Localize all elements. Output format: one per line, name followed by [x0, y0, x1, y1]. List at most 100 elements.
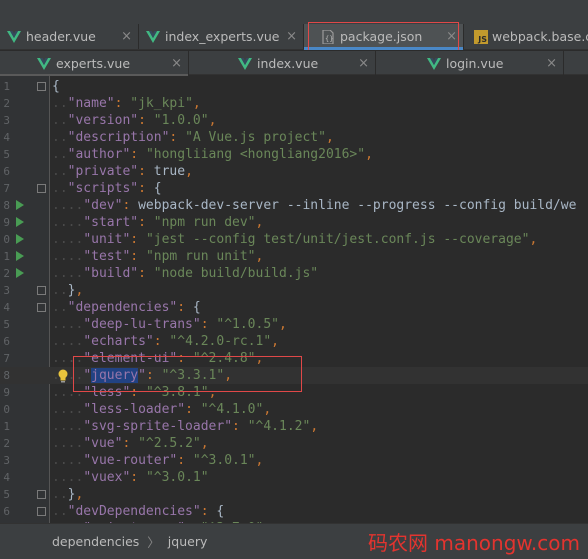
code-text: ...."test": "npm run unit", [52, 249, 264, 264]
breadcrumb-item-dependencies[interactable]: dependencies [52, 534, 139, 549]
fold-marker-icon[interactable] [37, 507, 46, 516]
vue-icon [36, 56, 52, 72]
line-number: 0 [3, 403, 10, 416]
close-icon[interactable]: × [546, 56, 557, 71]
tab-label: index.vue [257, 56, 319, 71]
tab-label: login.vue [446, 56, 504, 71]
code-text: .."version": "1.0.0", [52, 113, 217, 128]
fold-marker-icon[interactable] [37, 184, 46, 193]
code-line: 4 .."dependencies": { [0, 299, 588, 316]
tab-label: index_experts.vue [165, 29, 280, 44]
line-number: 3 [3, 454, 10, 467]
line-number: 3 [3, 114, 10, 127]
line-number: 1 [3, 80, 10, 93]
fold-marker-icon[interactable] [37, 286, 46, 295]
tab-label: webpack.base.co [492, 29, 588, 44]
code-text: .."description": "A Vue.js project", [52, 130, 334, 145]
code-text: ..}, [52, 487, 84, 502]
code-line: 7 .."scripts": { [0, 180, 588, 197]
vue-icon [426, 56, 442, 72]
code-line: 3..}, [0, 282, 588, 299]
code-line: 2 ...."build": "node build/build.js" [0, 265, 588, 282]
run-script-icon[interactable] [16, 251, 24, 261]
fold-marker-icon[interactable] [37, 82, 46, 91]
code-line: 6 .."private": true, [0, 163, 588, 180]
code-text: .."author": "hongliiang <hongliang2016>"… [52, 147, 373, 162]
code-line: 1 ...."test": "npm run unit", [0, 248, 588, 265]
code-text: ...."unit": "jest --config test/unit/jes… [52, 232, 538, 247]
line-number: 8 [3, 199, 10, 212]
code-line: 2 ...."vue": "^2.5.2", [0, 435, 588, 452]
close-icon[interactable]: × [121, 29, 132, 44]
code-text: ...."deep-lu-trans": "^1.0.5", [52, 317, 287, 332]
fold-marker-icon[interactable] [37, 490, 46, 499]
code-line: 6 ...."echarts": "^4.2.0-rc.1", [0, 333, 588, 350]
code-text: ...."build": "node build/build.js" [52, 266, 319, 281]
line-number: 1 [3, 420, 10, 433]
code-text: ...."vue": "^2.5.2", [52, 436, 209, 451]
editor-tab-bar-top: header.vue × index_experts.vue × {} pack… [0, 0, 588, 50]
run-script-icon[interactable] [16, 234, 24, 244]
code-text: ...."echarts": "^4.2.0-rc.1", [52, 334, 279, 349]
code-line: 5 .."author": "hongliiang <hongliang2016>… [0, 146, 588, 163]
close-icon[interactable]: × [286, 29, 297, 44]
code-line: 2 .."name": "jk_kpi", [0, 95, 588, 112]
vue-icon [237, 56, 253, 72]
code-line: 0 ...."unit": "jest --config test/unit/je… [0, 231, 588, 248]
code-text: .."scripts": { [52, 181, 162, 196]
code-text: .."name": "jk_kpi", [52, 96, 201, 111]
line-number: 6 [3, 165, 10, 178]
fold-marker-icon[interactable] [37, 303, 46, 312]
code-line: 0 ...."less-loader": "^4.1.0", [0, 401, 588, 418]
line-number: 4 [3, 301, 10, 314]
code-text: ...."svg-sprite-loader": "^4.1.2", [52, 419, 319, 434]
run-script-icon[interactable] [16, 217, 24, 227]
line-number: 9 [3, 386, 10, 399]
run-script-icon[interactable] [16, 268, 24, 278]
close-icon[interactable]: × [358, 56, 369, 71]
breadcrumb-item-jquery[interactable]: jquery [168, 534, 208, 549]
editor-tab-bar-bottom: experts.vue × index.vue × login.vue × [0, 50, 588, 77]
line-number: 2 [3, 437, 10, 450]
tab-index-vue[interactable]: index.vue × [189, 51, 376, 76]
tab-webpack-base-conf[interactable]: JS webpack.base.co [464, 24, 588, 49]
code-line: 8 ...."dev": webpack-dev-server --inline … [0, 197, 588, 214]
code-text: ...."vuex": "^3.0.1" [52, 470, 209, 485]
line-number: 8 [3, 369, 10, 382]
line-number: 6 [3, 335, 10, 348]
line-number: 2 [3, 97, 10, 110]
line-number: 5 [3, 318, 10, 331]
line-number: 9 [3, 216, 10, 229]
lightbulb-icon[interactable] [57, 368, 69, 383]
code-editor[interactable]: 1{2 .."name": "jk_kpi", 3 .."version": "1.0… [0, 76, 588, 523]
line-number: 0 [3, 233, 10, 246]
tab-header-vue[interactable]: header.vue × [0, 24, 139, 49]
line-number: 5 [3, 488, 10, 501]
tab-login-vue[interactable]: login.vue × [376, 51, 564, 76]
code-line: 6 .."devDependencies": { [0, 503, 588, 520]
vue-icon [6, 29, 22, 45]
code-text: ..}, [52, 283, 84, 298]
line-number: 4 [3, 131, 10, 144]
js-icon: JS [474, 29, 488, 45]
tab-experts-vue[interactable]: experts.vue × [0, 51, 189, 77]
highlight-box-jquery [73, 356, 302, 392]
run-script-icon[interactable] [16, 200, 24, 210]
line-number: 6 [3, 505, 10, 518]
tab-index-experts-vue[interactable]: index_experts.vue × [139, 24, 304, 49]
code-text: ...."dev": webpack-dev-server --inline -… [52, 198, 577, 213]
watermark: 码农网 manongw.com [368, 531, 580, 555]
line-number: 7 [3, 352, 10, 365]
code-line: 4 .."description": "A Vue.js project", [0, 129, 588, 146]
code-line: 5 ...."deep-lu-trans": "^1.0.5", [0, 316, 588, 333]
code-text: { [52, 79, 60, 94]
line-number: 1 [3, 250, 10, 263]
code-line: 1 ...."svg-sprite-loader": "^4.1.2", [0, 418, 588, 435]
code-line: 3 .."version": "1.0.0", [0, 112, 588, 129]
code-text: .."private": true, [52, 164, 193, 179]
close-icon[interactable]: × [171, 56, 182, 71]
code-line: 1{ [0, 78, 588, 95]
line-number: 7 [3, 182, 10, 195]
line-number: 2 [3, 267, 10, 280]
line-number: 4 [3, 471, 10, 484]
